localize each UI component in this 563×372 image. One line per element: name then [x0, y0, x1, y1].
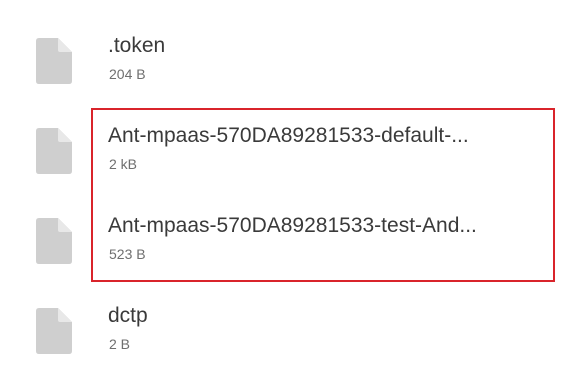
file-icon [36, 38, 72, 84]
file-size: 204 B [109, 66, 146, 82]
file-item-token[interactable]: .token 204 B [0, 20, 563, 110]
file-name: dctp [108, 304, 148, 327]
file-icon [36, 308, 72, 354]
file-name: .token [108, 34, 166, 57]
file-icon [36, 218, 72, 264]
file-size: 523 B [109, 246, 146, 262]
file-size: 2 kB [109, 156, 138, 172]
file-size: 2 B [109, 336, 131, 352]
file-icon [36, 128, 72, 174]
file-item-ant-mpaas-test[interactable]: Ant-mpaas-570DA89281533-test-And... 523 … [0, 200, 563, 290]
file-item-dctp[interactable]: dctp 2 B [0, 290, 563, 372]
file-list: .token 204 B Ant-mpaas-570DA89281533-def… [0, 0, 563, 372]
file-name: Ant-mpaas-570DA89281533-test-And... [108, 214, 477, 237]
file-item-ant-mpaas-default[interactable]: Ant-mpaas-570DA89281533-default-... 2 kB [0, 110, 563, 200]
file-name: Ant-mpaas-570DA89281533-default-... [108, 124, 469, 147]
